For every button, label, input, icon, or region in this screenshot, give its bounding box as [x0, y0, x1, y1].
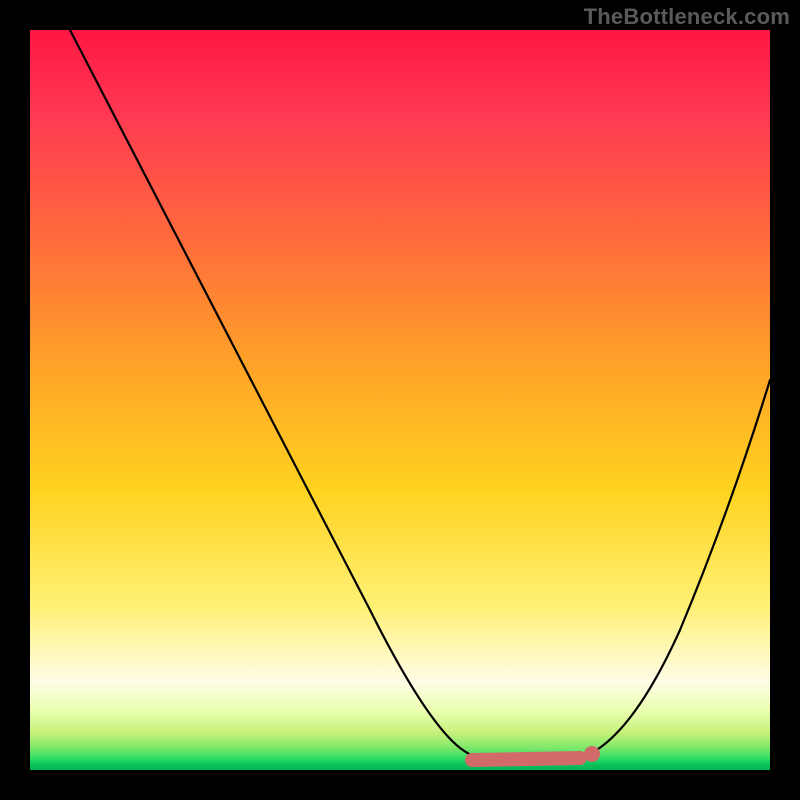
optimal-point-dot: [584, 746, 600, 762]
plot-area: [30, 30, 770, 770]
chart-container: TheBottleneck.com: [0, 0, 800, 800]
curve-svg: [30, 30, 770, 770]
bottleneck-curve-right: [590, 380, 770, 754]
bottleneck-curve-left: [70, 30, 530, 764]
optimal-range-bar: [472, 758, 580, 760]
watermark-text: TheBottleneck.com: [584, 4, 790, 30]
